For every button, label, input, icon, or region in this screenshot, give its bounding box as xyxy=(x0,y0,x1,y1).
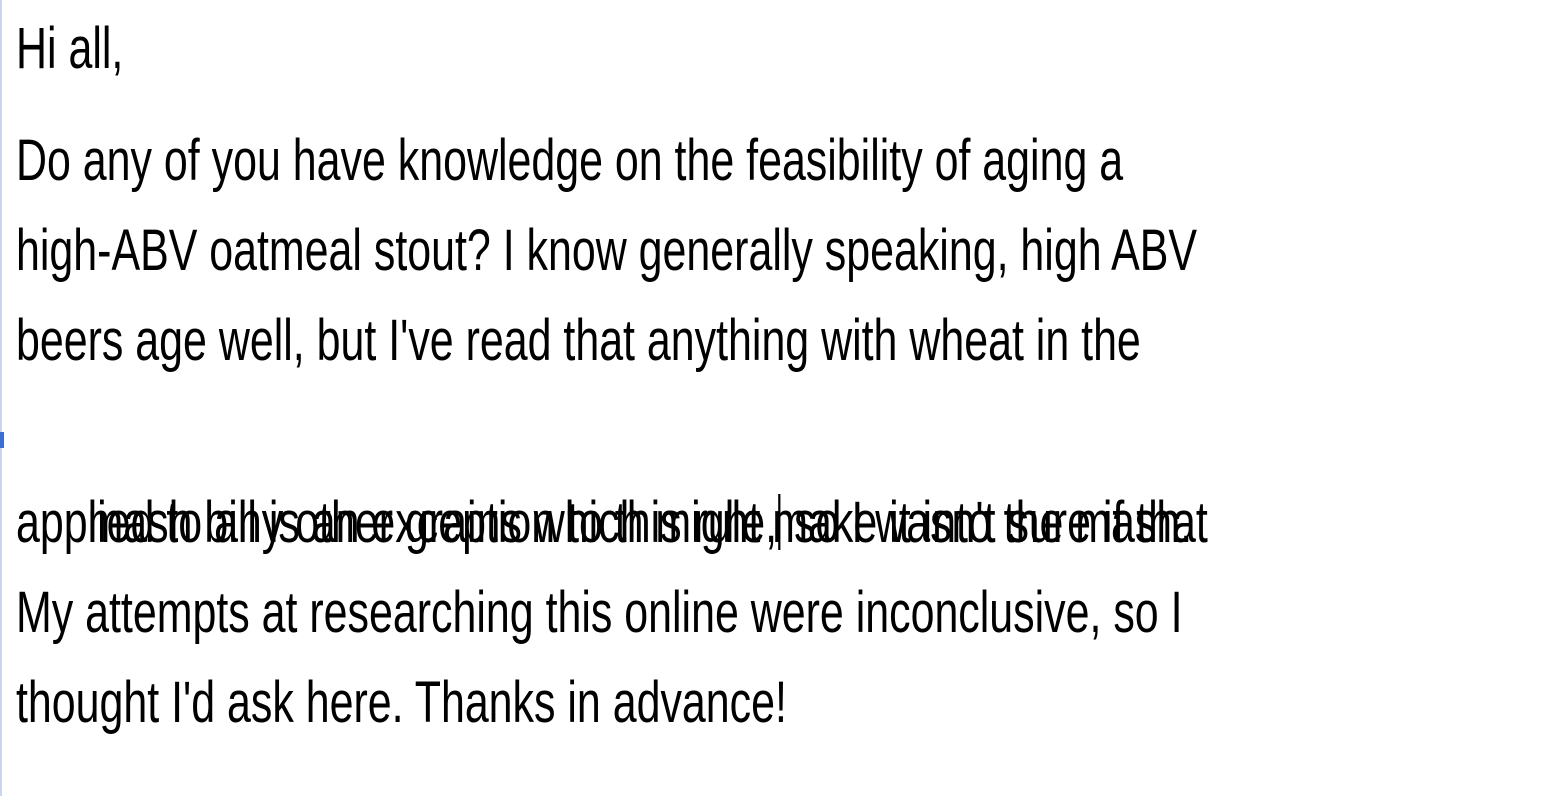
editor-text-area[interactable]: Hi all, Do any of you have knowledge on … xyxy=(16,0,1208,796)
paragraph-line-7: thought I'd ask here. Thanks in advance! xyxy=(16,670,787,735)
paragraph-line-5: applied to any other grains which might … xyxy=(16,490,1193,555)
paragraph-line-1: Do any of you have knowledge on the feas… xyxy=(16,128,1124,193)
paragraph-line-4: mash bill is an exception to this rule, … xyxy=(16,388,1208,555)
paragraph-line-6: My attempts at researching this online w… xyxy=(16,580,1183,645)
text-editor[interactable]: Hi all, Do any of you have knowledge on … xyxy=(0,0,1554,796)
paragraph-line-2: high-ABV oatmeal stout? I know generally… xyxy=(16,218,1198,283)
paragraph-line-3: beers age well, but I've read that anyth… xyxy=(16,308,1141,373)
editor-left-border xyxy=(0,0,2,796)
editor-focus-marker xyxy=(0,432,4,448)
greeting-line: Hi all, xyxy=(16,16,124,81)
